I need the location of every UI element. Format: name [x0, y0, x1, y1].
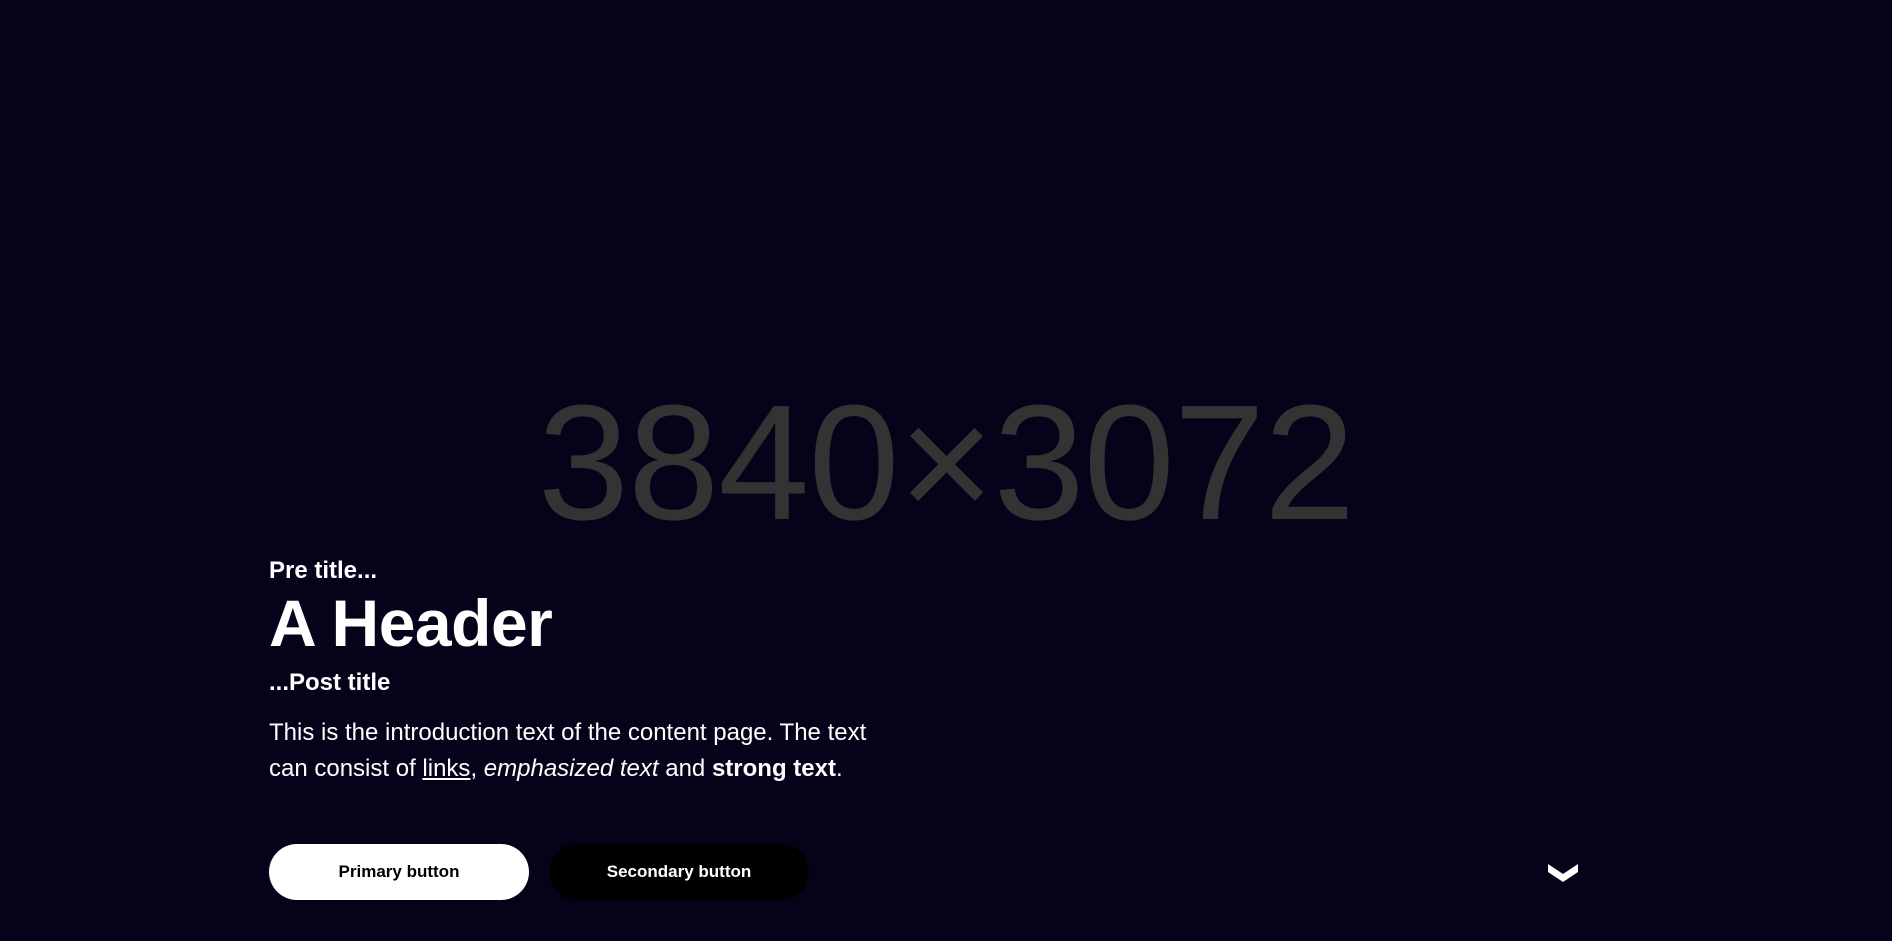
- post-title: ...Post title: [269, 669, 391, 696]
- intro-strong-text: strong text: [711, 755, 836, 782]
- chevron-down-icon-svg: [1548, 864, 1578, 882]
- chevron-down-icon[interactable]: [1548, 860, 1578, 884]
- hero-content: Pre title... A Header ...Post title This…: [269, 557, 869, 787]
- hero-section: 3840×3072 Pre title... A Header ...Post …: [0, 0, 1892, 941]
- primary-button[interactable]: Primary button: [269, 844, 529, 900]
- intro-text: This is the introduction text of the con…: [269, 715, 869, 787]
- intro-link[interactable]: links: [422, 755, 470, 782]
- hero-placeholder-image-label: 3840×3072: [537, 371, 1355, 554]
- secondary-button[interactable]: Secondary button: [549, 844, 809, 900]
- page-title: A Header: [269, 586, 553, 660]
- intro-emphasized-text: emphasized text: [483, 755, 659, 782]
- pre-title: Pre title...: [269, 557, 378, 584]
- hero-buttons: Primary button Secondary button: [269, 844, 809, 900]
- intro-period: .: [835, 755, 843, 782]
- intro-comma: ,: [470, 755, 484, 782]
- intro-and: and: [658, 755, 712, 782]
